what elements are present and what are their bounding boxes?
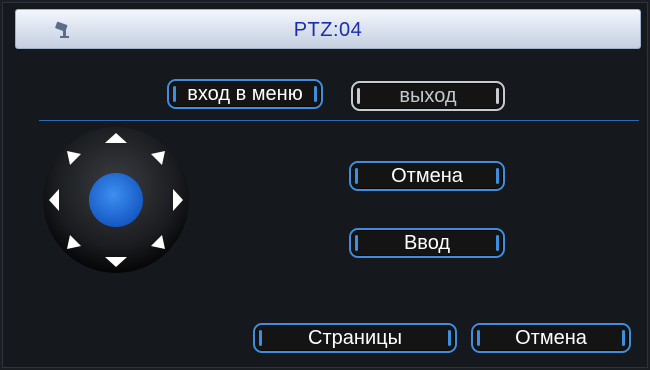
ptz-direction-pad[interactable] <box>41 125 191 275</box>
enter-menu-button[interactable]: вход в меню <box>167 79 323 109</box>
exit-button[interactable]: выход <box>351 81 505 111</box>
enter-button[interactable]: Ввод <box>349 228 505 258</box>
ptz-dialog: PTZ:04 вход в меню выход Отмена Ввод Стр… <box>2 2 648 368</box>
ptz-center-button[interactable] <box>89 173 143 227</box>
cancel-button[interactable]: Отмена <box>349 161 505 191</box>
footer-cancel-button[interactable]: Отмена <box>471 323 631 353</box>
window-title: PTZ:04 <box>293 19 363 41</box>
separator-line <box>39 120 639 121</box>
title-bar: PTZ:04 <box>15 9 641 49</box>
pages-button[interactable]: Страницы <box>253 323 457 353</box>
